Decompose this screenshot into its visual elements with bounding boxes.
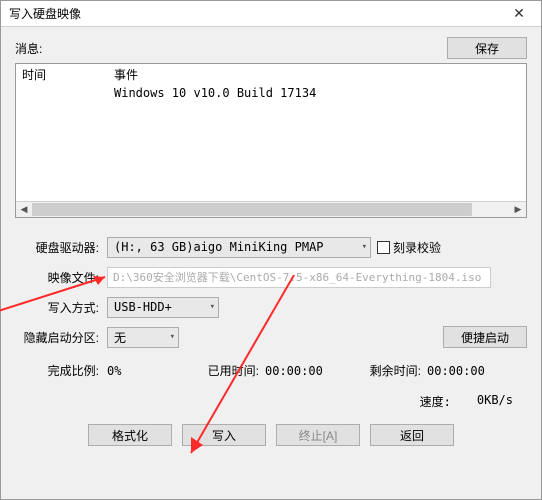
scroll-thumb[interactable] — [32, 203, 472, 216]
col-header-event: 事件 — [114, 66, 526, 83]
chevron-down-icon: ▾ — [358, 242, 367, 252]
speed-label: 速度: — [420, 393, 451, 410]
speed-value: 0KB/s — [477, 393, 513, 410]
scroll-track[interactable] — [32, 202, 510, 217]
close-button[interactable]: ✕ — [505, 4, 533, 24]
scroll-left-icon[interactable]: ◀ — [16, 202, 32, 217]
horizontal-scrollbar[interactable]: ◀ ▶ — [16, 201, 526, 217]
convenient-boot-button[interactable]: 便捷启动 — [443, 326, 527, 348]
scroll-right-icon[interactable]: ▶ — [510, 202, 526, 217]
info-label: 消息: — [15, 40, 42, 57]
col-header-time: 时间 — [22, 66, 114, 83]
form-area: 硬盘驱动器: (H:, 63 GB)aigo MiniKing PMAP ▾ 刻… — [15, 236, 527, 356]
verify-label: 刻录校验 — [393, 239, 441, 256]
verify-checkbox[interactable] — [377, 241, 390, 254]
button-bar: 格式化 写入 终止[A] 返回 — [15, 424, 527, 446]
log-event-cell: Windows 10 v10.0 Build 17134 — [114, 86, 526, 100]
drive-label: 硬盘驱动器: — [15, 239, 107, 256]
content-area: 消息: 保存 时间 事件 Windows 10 v10.0 Build 1713… — [1, 27, 541, 499]
write-mode-label: 写入方式: — [15, 299, 107, 316]
log-row: Windows 10 v10.0 Build 17134 — [22, 84, 526, 102]
save-button[interactable]: 保存 — [447, 37, 527, 59]
remaining-value: 00:00:00 — [427, 364, 485, 378]
chevron-down-icon: ▾ — [206, 302, 215, 312]
log-header: 时间 事件 — [16, 64, 526, 84]
hide-partition-value: 无 — [114, 329, 126, 346]
abort-button[interactable]: 终止[A] — [276, 424, 360, 446]
elapsed-label: 已用时间: — [195, 362, 265, 379]
titlebar: 写入硬盘映像 ✕ — [1, 1, 541, 27]
stats-row: 完成比例: 0% 已用时间: 00:00:00 剩余时间: 00:00:00 — [15, 362, 527, 379]
drive-dropdown[interactable]: (H:, 63 GB)aigo MiniKing PMAP ▾ — [107, 237, 371, 258]
chevron-down-icon: ▾ — [166, 332, 175, 342]
back-button[interactable]: 返回 — [370, 424, 454, 446]
write-mode-dropdown[interactable]: USB-HDD+ ▾ — [107, 297, 219, 318]
percent-label: 完成比例: — [15, 362, 107, 379]
hide-partition-label: 隐藏启动分区: — [15, 329, 107, 346]
dialog-window: 写入硬盘映像 ✕ 消息: 保存 时间 事件 Windows 10 v10.0 B… — [0, 0, 542, 500]
log-box: 时间 事件 Windows 10 v10.0 Build 17134 ◀ ▶ — [15, 63, 527, 218]
write-button[interactable]: 写入 — [182, 424, 266, 446]
verify-checkbox-wrap[interactable]: 刻录校验 — [377, 239, 441, 256]
image-label: 映像文件: — [15, 269, 107, 286]
window-title: 写入硬盘映像 — [9, 5, 81, 22]
format-button[interactable]: 格式化 — [88, 424, 172, 446]
drive-value: (H:, 63 GB)aigo MiniKing PMAP — [114, 240, 324, 254]
write-mode-value: USB-HDD+ — [114, 300, 172, 314]
hide-partition-dropdown[interactable]: 无 ▾ — [107, 327, 179, 348]
log-body: Windows 10 v10.0 Build 17134 — [16, 84, 526, 201]
percent-value: 0% — [107, 364, 195, 378]
image-file-field[interactable]: D:\360安全浏览器下载\CentOS-7.5-x86_64-Everythi… — [107, 267, 491, 288]
close-icon: ✕ — [513, 5, 525, 22]
elapsed-value: 00:00:00 — [265, 364, 353, 378]
speed-row: 速度: 0KB/s — [15, 393, 527, 410]
remaining-label: 剩余时间: — [353, 362, 427, 379]
